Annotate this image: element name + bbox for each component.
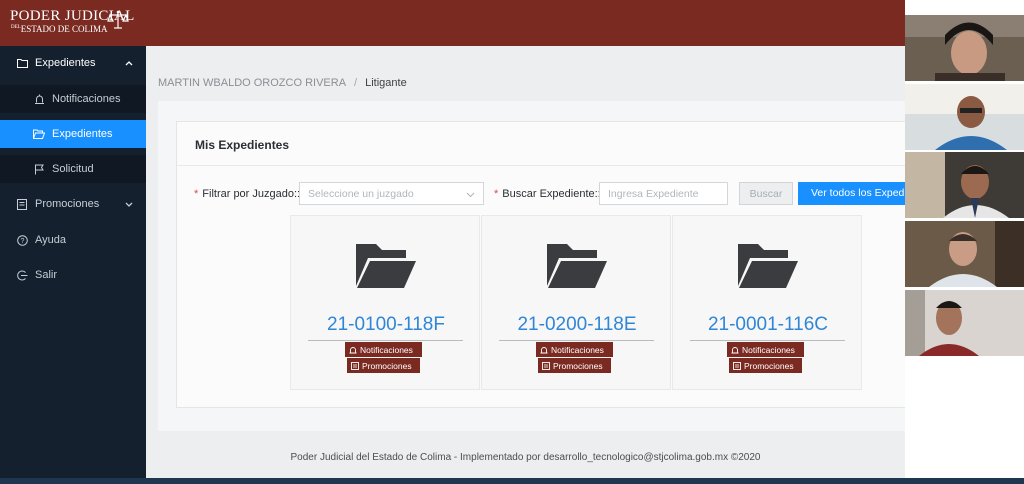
- expediente-code[interactable]: 21-0100-118F: [291, 314, 481, 336]
- notificaciones-button[interactable]: Notificaciones: [345, 342, 422, 357]
- content-panel: Mis Expedientes * Filtrar por Juzgado:: S…: [158, 101, 978, 431]
- document-icon: [542, 361, 550, 370]
- sidebar-item-notificaciones[interactable]: Notificaciones: [0, 85, 146, 113]
- bottom-bar: [0, 478, 1024, 484]
- participant-video[interactable]: [905, 221, 1024, 287]
- breadcrumb-separator: /: [354, 77, 358, 89]
- promociones-button[interactable]: Promociones: [538, 358, 611, 373]
- expediente-search-input[interactable]: Ingresa Expediente: [599, 182, 728, 205]
- app-window: PODER JUDICIAL DELESTADO DE COLIMA Exped…: [0, 0, 1024, 484]
- chevron-down-icon: [466, 192, 475, 198]
- sidebar-item-label: Ayuda: [35, 234, 66, 246]
- video-call-strip: [905, 0, 1024, 484]
- expedientes-card: Mis Expedientes * Filtrar por Juzgado:: S…: [176, 121, 977, 408]
- juzgado-select[interactable]: Seleccione un juzgado: [299, 182, 484, 205]
- sidebar-item-salir[interactable]: Salir: [0, 261, 146, 289]
- expediente-code[interactable]: 21-0200-118E: [482, 314, 672, 336]
- sidebar-item-label: Solicitud: [52, 163, 94, 175]
- breadcrumb-user[interactable]: MARTIN WBALDO OROZCO RIVERA: [158, 77, 346, 89]
- search-label: * Buscar Expediente::: [494, 188, 601, 200]
- divider: [690, 340, 845, 341]
- flag-icon: [33, 163, 45, 175]
- person-silhouette-icon: [905, 290, 1024, 356]
- question-circle-icon: ?: [16, 234, 28, 246]
- search-placeholder: Ingresa Expediente: [608, 188, 699, 200]
- search-button[interactable]: Buscar: [739, 182, 793, 205]
- document-icon: [733, 361, 741, 370]
- sidebar-item-label: Salir: [35, 269, 58, 281]
- folder-open-icon: [547, 244, 607, 288]
- sidebar-item-solicitud[interactable]: Solicitud: [0, 155, 146, 183]
- expediente-card[interactable]: 21-0200-118E Notificaciones Promociones: [481, 215, 671, 390]
- participant-video[interactable]: [905, 84, 1024, 150]
- divider: [308, 340, 463, 341]
- svg-text:?: ?: [20, 238, 24, 245]
- alarm-icon: [540, 346, 548, 354]
- participant-video[interactable]: [905, 290, 1024, 356]
- juzgado-select-placeholder: Seleccione un juzgado: [308, 188, 414, 200]
- expediente-card[interactable]: 21-0100-118F Notificaciones Promociones: [290, 215, 480, 390]
- person-silhouette-icon: [905, 152, 1024, 218]
- chevron-down-icon: [125, 202, 133, 207]
- alarm-icon: [349, 346, 357, 354]
- sidebar: Expedientes Notificaciones Expedientes S…: [0, 46, 146, 484]
- breadcrumb-role: Litigante: [365, 77, 407, 89]
- sidebar-item-label: Promociones: [35, 198, 100, 210]
- folder-open-icon: [356, 244, 416, 288]
- document-icon: [351, 361, 359, 370]
- balance-scale-icon: [107, 10, 129, 29]
- sidebar-item-label: Expedientes: [52, 128, 113, 140]
- logout-icon: [16, 269, 28, 281]
- page-title: Mis Expedientes: [195, 138, 290, 152]
- person-silhouette-icon: [905, 221, 1024, 287]
- sidebar-item-expedientes-group[interactable]: Expedientes: [0, 49, 146, 77]
- person-silhouette-icon: [905, 15, 1024, 81]
- divider: [499, 340, 654, 341]
- chevron-up-icon: [125, 61, 133, 66]
- alarm-icon: [33, 93, 45, 105]
- top-header: PODER JUDICIAL DELESTADO DE COLIMA: [0, 0, 905, 46]
- main-content: MARTIN WBALDO OROZCO RIVERA / Litigante Mi…: [146, 46, 978, 484]
- divider: [177, 165, 977, 166]
- promociones-button[interactable]: Promociones: [729, 358, 802, 373]
- sidebar-item-expedientes[interactable]: Expedientes: [0, 120, 146, 148]
- expediente-card[interactable]: 21-0001-116C Notificaciones Promociones: [672, 215, 862, 390]
- notificaciones-button[interactable]: Notificaciones: [727, 342, 804, 357]
- sidebar-item-label: Notificaciones: [52, 93, 121, 105]
- participant-video[interactable]: [905, 15, 1024, 81]
- breadcrumb: MARTIN WBALDO OROZCO RIVERA / Litigante: [158, 77, 407, 89]
- document-icon: [16, 198, 28, 210]
- filter-label: * Filtrar por Juzgado::: [194, 188, 301, 200]
- promociones-button[interactable]: Promociones: [347, 358, 420, 373]
- alarm-icon: [731, 346, 739, 354]
- folder-open-icon: [738, 244, 798, 288]
- footer-text: Poder Judicial del Estado de Colima - Im…: [290, 452, 761, 463]
- person-silhouette-icon: [905, 84, 1024, 150]
- view-all-button[interactable]: Ver todos los Expedientes: [798, 182, 908, 205]
- sidebar-item-ayuda[interactable]: ? Ayuda: [0, 226, 146, 254]
- folder-icon: [16, 57, 28, 69]
- expediente-code[interactable]: 21-0001-116C: [673, 314, 863, 336]
- notificaciones-button[interactable]: Notificaciones: [536, 342, 613, 357]
- sidebar-item-label: Expedientes: [35, 57, 96, 69]
- sidebar-item-promociones[interactable]: Promociones: [0, 190, 146, 218]
- folder-open-icon: [33, 128, 45, 140]
- participant-video[interactable]: [905, 152, 1024, 218]
